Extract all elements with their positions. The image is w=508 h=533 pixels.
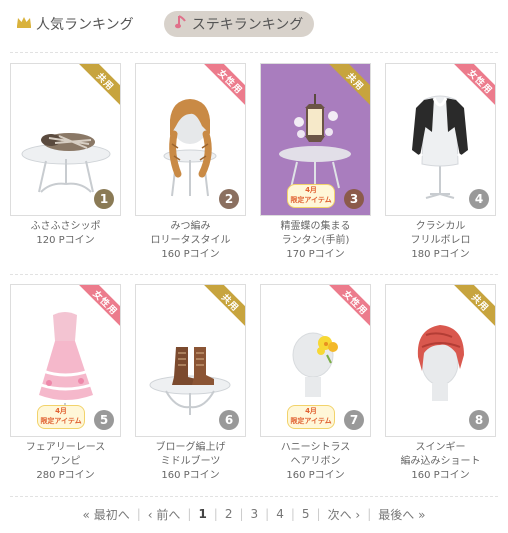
item-caption: スインギー 編み込みショート 160 Pコイン xyxy=(385,441,496,483)
divider xyxy=(10,496,498,497)
music-note-icon xyxy=(174,15,187,33)
prev-page-link[interactable]: ‹ 前へ xyxy=(141,506,188,523)
item-name-line1: ハニーシトラス xyxy=(280,442,351,453)
item-name-line1: クラシカル xyxy=(415,221,466,232)
page-link-5[interactable]: 5 xyxy=(295,507,317,521)
item-thumbnail: 共用 1 xyxy=(10,63,121,216)
item-thumbnail: 共用 8 xyxy=(385,284,496,437)
item-name: ふさふさシッポ xyxy=(30,221,101,232)
item-thumbnail: 4月 限定アイテム 女性用 7 xyxy=(260,284,371,437)
item-name-line2: ロリータスタイル xyxy=(150,235,231,246)
crown-icon xyxy=(16,16,32,32)
item-price: 160 Pコイン xyxy=(161,470,220,481)
item-name-line1: 精霊蝶の集まる xyxy=(280,221,351,232)
item-price: 120 Pコイン xyxy=(36,235,95,246)
item-name-line2: ランタン(手前) xyxy=(281,235,350,246)
page-link-1[interactable]: 1 xyxy=(191,507,213,521)
item-thumbnail: 共用 6 xyxy=(135,284,246,437)
last-page-link[interactable]: 最後へ » xyxy=(371,506,432,523)
divider xyxy=(10,274,498,275)
rank-badge: 8 xyxy=(469,410,489,430)
item-thumbnail: 女性用 2 xyxy=(135,63,246,216)
ranking-tabs: 人気ランキング ステキランキング xyxy=(0,0,508,46)
item-thumbnail: 4月 限定アイテム 共用 3 xyxy=(260,63,371,216)
rank-badge: 2 xyxy=(219,189,239,209)
next-page-link[interactable]: 次へ › xyxy=(321,506,368,523)
tab-suteki-ranking[interactable]: ステキランキング xyxy=(164,11,314,37)
item-caption: 精霊蝶の集まる ランタン(手前) 170 Pコイン xyxy=(260,220,371,262)
limited-item-label: 4月 限定アイテム xyxy=(287,405,335,429)
tag-ribbon: 女性用 xyxy=(78,285,120,327)
ranking-item-2[interactable]: 女性用 2 みつ編み ロリータスタイル 160 Pコイン xyxy=(135,63,246,262)
item-price: 170 Pコイン xyxy=(286,249,345,260)
ranking-item-4[interactable]: 女性用 4 クラシカル フリルボレロ 180 Pコイン xyxy=(385,63,496,262)
item-thumbnail: 4月 限定アイテム 女性用 5 xyxy=(10,284,121,437)
item-name-line2: ヘアリボン xyxy=(290,456,341,467)
tag-ribbon: 共用 xyxy=(453,285,495,327)
rank-badge: 5 xyxy=(94,410,114,430)
item-name-line2: ワンピ xyxy=(50,456,81,467)
tag-ribbon: 共用 xyxy=(203,285,245,327)
item-caption: ハニーシトラス ヘアリボン 160 Pコイン xyxy=(260,441,371,483)
divider xyxy=(10,52,498,53)
ranking-item-6[interactable]: 共用 6 ブローグ編上げ ミドルブーツ 160 Pコイン xyxy=(135,284,246,483)
rank-badge: 6 xyxy=(219,410,239,430)
rank-badge: 7 xyxy=(344,410,364,430)
tab-popular-ranking[interactable]: 人気ランキング xyxy=(16,11,134,37)
pagination: « 最初へ | ‹ 前へ | 1 | 2 | 3 | 4 | 5 | 次へ › … xyxy=(0,504,508,524)
item-name-line2: フリルボレロ xyxy=(410,235,471,246)
item-caption: クラシカル フリルボレロ 180 Pコイン xyxy=(385,220,496,262)
tab-popular-ranking-label: 人気ランキング xyxy=(36,17,134,33)
ranking-item-1[interactable]: 共用 1 ふさふさシッポ 120 Pコイン xyxy=(10,63,121,248)
ranking-item-7[interactable]: 4月 限定アイテム 女性用 7 ハニーシトラス ヘアリボン 160 Pコイン xyxy=(260,284,371,483)
tag-ribbon: 女性用 xyxy=(328,285,370,327)
item-price: 280 Pコイン xyxy=(36,470,95,481)
limited-item-label: 4月 限定アイテム xyxy=(37,405,85,429)
item-price: 160 Pコイン xyxy=(161,249,220,260)
item-name-line2: ミドルブーツ xyxy=(160,456,221,467)
tag-ribbon: 女性用 xyxy=(453,64,495,106)
page-link-2[interactable]: 2 xyxy=(218,507,240,521)
item-name-line1: フェアリーレース xyxy=(25,442,106,453)
tab-suteki-ranking-label: ステキランキング xyxy=(191,17,304,33)
tag-ribbon: 共用 xyxy=(78,64,120,106)
item-price: 160 Pコイン xyxy=(411,470,470,481)
rank-badge: 3 xyxy=(344,189,364,209)
item-name-line1: スインギー xyxy=(415,442,466,453)
item-name-line1: ブローグ編上げ xyxy=(155,442,226,453)
page-link-4[interactable]: 4 xyxy=(269,507,291,521)
tag-ribbon: 共用 xyxy=(328,64,370,106)
item-caption: ふさふさシッポ 120 Pコイン xyxy=(10,220,121,248)
item-price: 180 Pコイン xyxy=(411,249,470,260)
rank-badge: 4 xyxy=(469,189,489,209)
item-thumbnail: 女性用 4 xyxy=(385,63,496,216)
item-caption: フェアリーレース ワンピ 280 Pコイン xyxy=(10,441,121,483)
item-name-line2: 編み込みショート xyxy=(400,456,481,467)
ranking-item-5[interactable]: 4月 限定アイテム 女性用 5 フェアリーレース ワンピ 280 Pコイン xyxy=(10,284,121,483)
item-name-line1: みつ編み xyxy=(170,221,211,232)
tag-ribbon: 女性用 xyxy=(203,64,245,106)
first-page-link[interactable]: « 最初へ xyxy=(76,506,137,523)
limited-item-label: 4月 限定アイテム xyxy=(287,184,335,208)
page-link-3[interactable]: 3 xyxy=(244,507,266,521)
ranking-item-8[interactable]: 共用 8 スインギー 編み込みショート 160 Pコイン xyxy=(385,284,496,483)
rank-badge: 1 xyxy=(94,189,114,209)
item-price: 160 Pコイン xyxy=(286,470,345,481)
item-caption: みつ編み ロリータスタイル 160 Pコイン xyxy=(135,220,246,262)
ranking-item-3[interactable]: 4月 限定アイテム 共用 3 精霊蝶の集まる ランタン(手前) 170 Pコイン xyxy=(260,63,371,262)
item-caption: ブローグ編上げ ミドルブーツ 160 Pコイン xyxy=(135,441,246,483)
